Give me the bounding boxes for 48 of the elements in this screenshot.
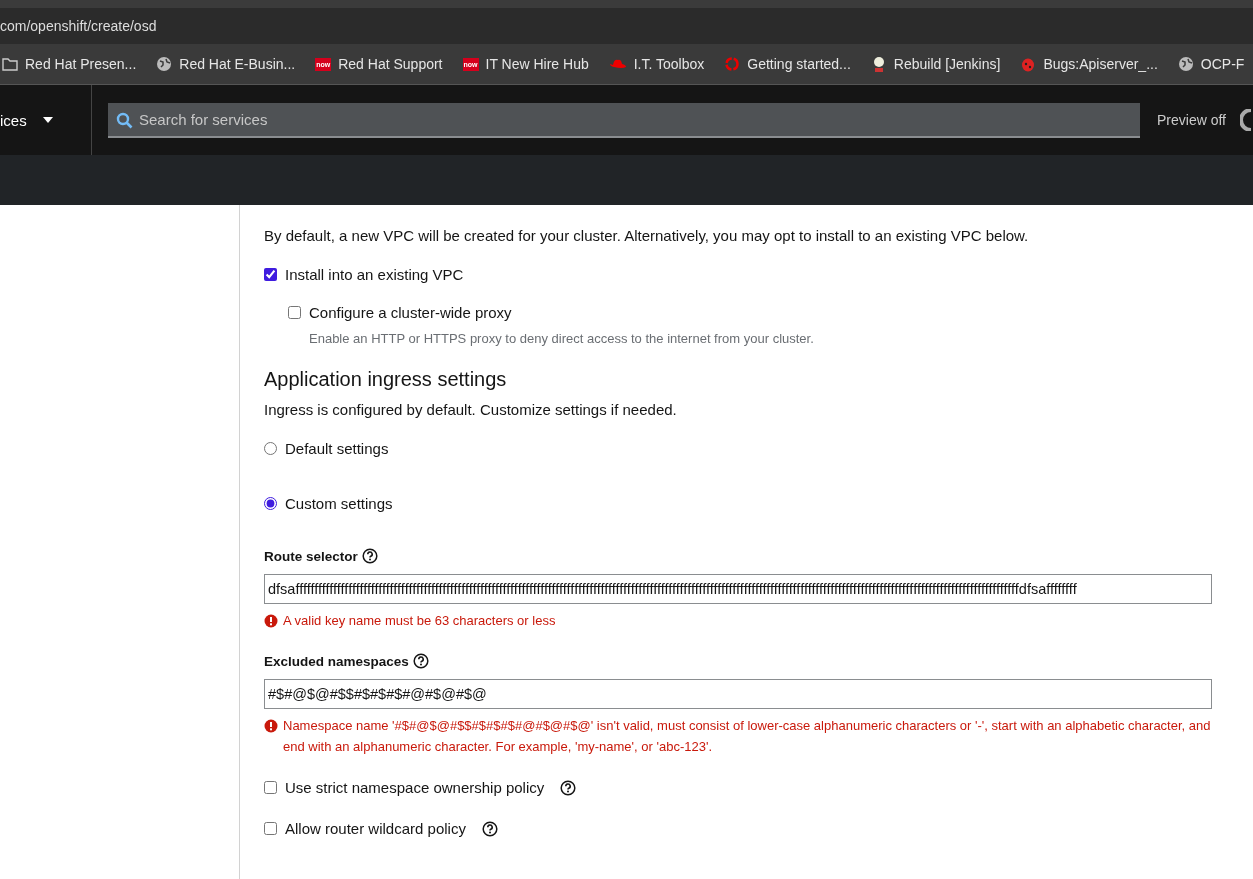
toggle-icon[interactable] — [1240, 109, 1252, 131]
hat-icon — [608, 58, 627, 70]
checkbox-label: Allow router wildcard policy — [285, 820, 466, 837]
bookmark-link[interactable]: OCP-F — [1200, 56, 1245, 72]
bug-icon — [1020, 56, 1037, 72]
section-heading: Application ingress settings — [264, 368, 508, 391]
checkbox[interactable] — [264, 822, 277, 835]
help-icon[interactable] — [481, 820, 498, 837]
url-text[interactable]: com/openshift/create/osd — [0, 18, 157, 34]
bookmark-link[interactable]: Rebuild [Jenkins] — [893, 56, 1001, 72]
bookmark-link[interactable]: IT New Hire Hub — [485, 56, 589, 72]
error-icon — [264, 614, 278, 628]
help-icon[interactable] — [361, 548, 378, 564]
radio-button[interactable] — [264, 442, 277, 455]
bookmark-link[interactable]: Getting started... — [747, 56, 851, 72]
proxy-help-text: Enable an HTTP or HTTPS proxy to deny direct access to the internet from your cluster. — [309, 331, 815, 346]
checkbox-label: Use strict namespace ownership policy — [285, 779, 545, 796]
checkbox-label: Configure a cluster-wide proxy — [309, 304, 512, 321]
bookmark-link[interactable]: Red Hat E-Busin... — [179, 56, 296, 72]
globe-icon — [156, 56, 173, 72]
error-icon — [264, 719, 278, 733]
preview-toggle-label: Preview off — [1157, 112, 1226, 128]
radio-label: Default settings — [285, 440, 389, 457]
help-icon[interactable] — [560, 779, 577, 796]
checkbox[interactable] — [288, 306, 301, 319]
checkbox-label: Install into an existing VPC — [285, 266, 464, 283]
help-icon[interactable] — [412, 653, 429, 669]
route-selector-field[interactable]: dfsaffffffffffffffffffffffffffffffffffffffffffffffffffffffffffffffffffffffffffffffffffffffffffffffffffffffffffffffffffffffffffffffffffffffffffffffffffffffffffffffffffffffffffffffffffffffffffffffffdfsaffffffff — [264, 574, 1212, 604]
folder-icon — [2, 57, 18, 71]
excluded-namespaces-field[interactable]: #$#@$@#$$#$#$#$#@#$@#$@ — [264, 679, 1212, 709]
field-label: Route selector — [264, 548, 358, 564]
vpc-description: By default, a new VPC will be created for your cluster. Alternatively, you may opt to install to an existing VPC below. — [264, 227, 1030, 244]
checkbox[interactable] — [264, 781, 277, 794]
globe-icon — [1177, 56, 1194, 72]
radio-label: Custom settings — [285, 495, 393, 512]
error-message: A valid key name must be 63 characters or less — [283, 612, 556, 630]
ingress-description: Ingress is configured by default. Customize settings if needed. — [264, 401, 678, 418]
search-field[interactable]: Search for services — [108, 102, 1140, 138]
bookmark-link[interactable]: Bugs:Apiserver_... — [1043, 56, 1158, 72]
checkbox[interactable] — [264, 268, 277, 281]
ring-icon — [724, 56, 741, 72]
bookmark-link[interactable]: I.T. Toolbox — [633, 56, 705, 72]
radio-button[interactable] — [264, 497, 277, 510]
field-label: Excluded namespaces — [264, 653, 409, 669]
search-icon — [116, 111, 133, 129]
error-message: Namespace name '#$#@$@#$$#$#$#$#@#$@#$@' isn't valid, must consist of lower-case alphanumeric characters or '-', start with an alphabetic character, and end with an alphanumeric character. For example, 'my-name', or 'abc-123'. — [283, 717, 1212, 756]
bookmark-link[interactable]: Red Hat Presen... — [25, 56, 137, 72]
bookmark-link[interactable]: Red Hat Support — [338, 56, 443, 72]
